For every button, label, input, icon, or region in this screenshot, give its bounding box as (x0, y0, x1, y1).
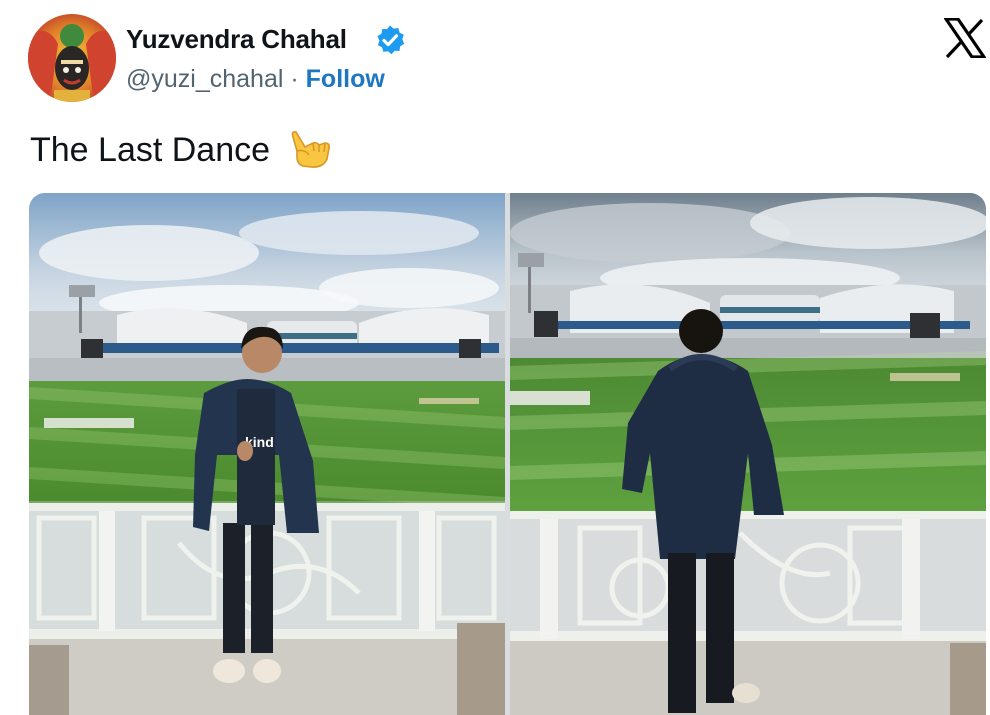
media-grid: kind (29, 193, 986, 715)
avatar-image (28, 14, 116, 102)
verified-badge-icon (377, 25, 405, 55)
photo-image (510, 193, 986, 715)
call-me-hand-icon (292, 131, 331, 168)
photo-player-facing-pitch[interactable] (510, 193, 986, 715)
author-handle[interactable]: @yuzi_chahal (126, 65, 283, 93)
tweet-text: The Last Dance (30, 128, 331, 172)
handle-row: @yuzi_chahal · Follow (126, 62, 385, 96)
tweet-card: Yuzvendra Chahal @yuzi_chahal · Follow T… (0, 0, 990, 715)
x-logo-icon[interactable] (944, 18, 986, 58)
photo-image: kind (29, 193, 505, 715)
avatar[interactable] (28, 14, 116, 102)
photo-player-facing-camera[interactable]: kind (29, 193, 505, 715)
tweet-text-content: The Last Dance (30, 131, 271, 169)
follow-link[interactable]: Follow (306, 65, 385, 93)
author-name[interactable]: Yuzvendra Chahal (126, 22, 347, 56)
handle-separator: · (290, 65, 299, 93)
